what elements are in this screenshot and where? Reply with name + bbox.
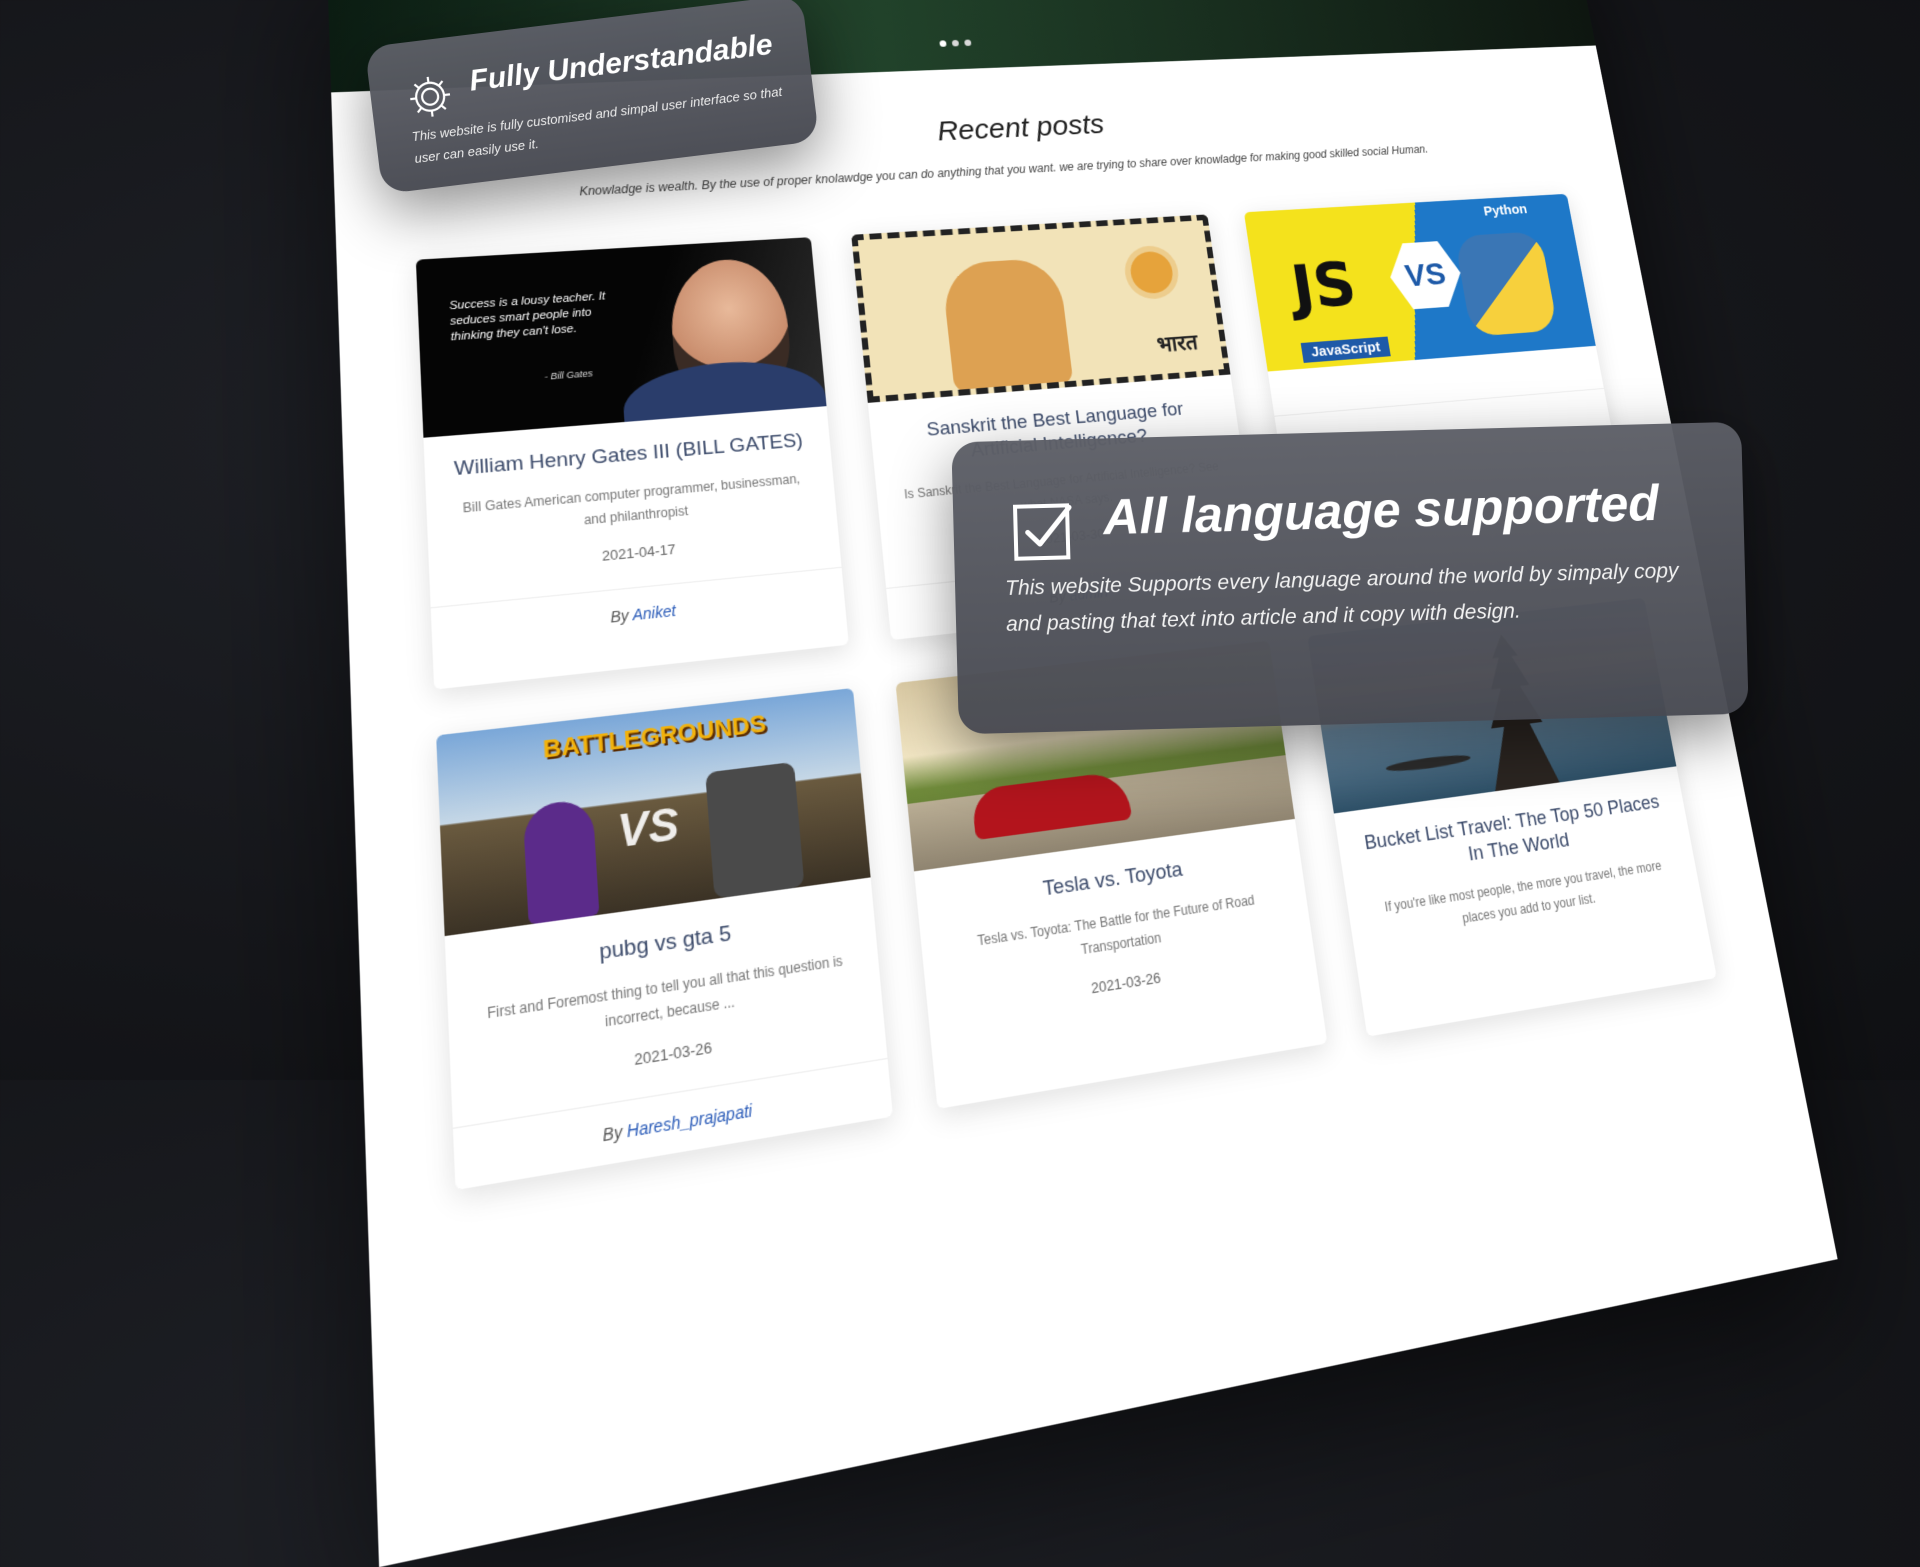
python-logo-icon [1454, 231, 1558, 337]
post-author-link[interactable]: Haresh_prajapati [626, 1101, 753, 1141]
boat-icon [1385, 752, 1471, 774]
character-shape [523, 798, 600, 924]
post-thumbnail[interactable]: Success is a lousy teacher. It seduces s… [416, 237, 827, 438]
callout-description: This website Supports every language aro… [1005, 553, 1697, 643]
python-label: Python [1482, 202, 1528, 220]
website-page: Recent posts Knowladge is wealth. By the… [326, 0, 1837, 1567]
game-logo-text: BATTLEGROUNDS [542, 709, 767, 764]
vs-text: VS [616, 799, 680, 859]
slider-dot[interactable] [952, 40, 959, 47]
post-by-label: By [610, 606, 629, 625]
sun-icon [1128, 250, 1175, 294]
post-thumbnail[interactable]: JS VS JavaScript Python [1244, 194, 1596, 372]
post-author-link[interactable]: Aniket [632, 602, 676, 624]
feature-callout-language: All language supported This website Supp… [951, 422, 1748, 735]
post-by-label: By [602, 1122, 623, 1145]
thumbnail-signature: - Bill Gates [544, 368, 593, 382]
javascript-label: JavaScript [1301, 337, 1391, 363]
post-title[interactable] [1293, 366, 1579, 389]
slider-dot[interactable] [939, 40, 946, 47]
stamp-text: भारत [1155, 327, 1199, 359]
stamp-figure [941, 257, 1074, 392]
js-logo-text: JS [1287, 250, 1361, 323]
post-thumbnail[interactable]: भारत [851, 214, 1230, 402]
vs-badge: VS [1384, 236, 1467, 314]
gear-icon [404, 71, 456, 127]
slider-dot[interactable] [964, 39, 971, 46]
post-card[interactable]: BATTLEGROUNDS VS pubg vs gta 5 First and… [436, 688, 893, 1190]
vehicle-shape [705, 762, 804, 899]
thumbnail-quote: Success is a lousy teacher. It seduces s… [449, 288, 627, 346]
slider-dots[interactable] [939, 39, 971, 46]
checkbox-icon [1011, 497, 1077, 568]
callout-title: All language supported [1103, 474, 1660, 547]
post-card[interactable]: Success is a lousy teacher. It seduces s… [416, 237, 849, 689]
